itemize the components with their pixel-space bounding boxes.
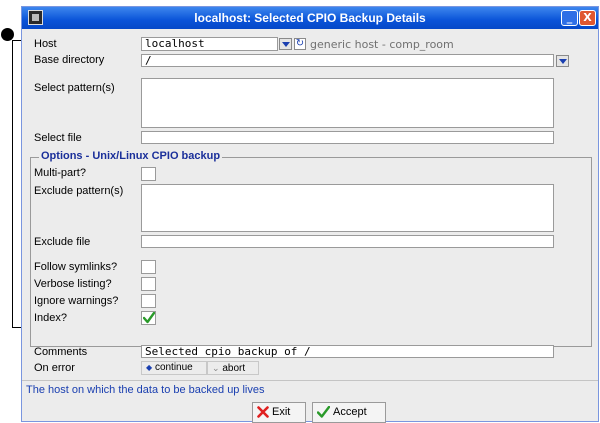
comments-label: Comments (34, 346, 88, 358)
status-text: The host on which the data to be backed … (26, 384, 265, 396)
host-description: generic host - comp_room (310, 38, 454, 51)
on-error-abort-radio[interactable]: ⌄ abort (207, 361, 259, 375)
callout-dot (1, 28, 14, 41)
base-directory-field[interactable]: / (141, 54, 554, 67)
select-patterns-label: Select pattern(s) (34, 82, 115, 94)
exit-x-icon (257, 406, 269, 418)
index-checkbox[interactable] (141, 311, 156, 325)
exit-button[interactable]: Exit (252, 402, 306, 423)
options-group-title: Options - Unix/Linux CPIO backup (39, 150, 223, 162)
follow-symlinks-checkbox[interactable] (141, 260, 156, 274)
verbose-listing-label: Verbose listing? (34, 278, 112, 290)
ignore-warnings-checkbox[interactable] (141, 294, 156, 308)
minimize-button[interactable]: _ (561, 10, 578, 26)
host-dropdown-button[interactable] (279, 38, 292, 50)
exclude-patterns-textarea[interactable] (141, 184, 554, 232)
select-file-field[interactable] (141, 131, 554, 144)
base-directory-label: Base directory (34, 54, 105, 66)
title-bar[interactable]: localhost: Selected CPIO Backup Details … (22, 7, 598, 29)
host-field[interactable]: localhost (141, 37, 278, 51)
exclude-file-label: Exclude file (34, 236, 91, 248)
multi-part-label: Multi-part? (34, 167, 86, 179)
dialog-window: localhost: Selected CPIO Backup Details … (21, 6, 599, 423)
exclude-patterns-label: Exclude pattern(s) (34, 185, 124, 197)
ignore-warnings-label: Ignore warnings? (34, 295, 119, 307)
radio-selected-icon: ◆ (146, 363, 153, 372)
window-title: localhost: Selected CPIO Backup Details (194, 11, 426, 25)
base-directory-dropdown-button[interactable] (556, 55, 569, 67)
close-button[interactable]: X (579, 10, 596, 26)
host-label: Host (34, 38, 57, 50)
verbose-listing-checkbox[interactable] (141, 277, 156, 291)
accept-button-label: Accept (333, 406, 367, 418)
exclude-file-field[interactable] (141, 235, 554, 248)
multi-part-checkbox[interactable] (141, 167, 156, 181)
comments-field[interactable]: Selected cpio backup of / (141, 345, 554, 358)
select-file-label: Select file (34, 132, 82, 144)
refresh-icon[interactable]: ↻ (294, 38, 306, 50)
on-error-label: On error (34, 362, 75, 374)
continue-option-label: continue (154, 362, 193, 373)
accept-button[interactable]: Accept (312, 402, 386, 423)
exit-button-label: Exit (272, 406, 291, 418)
status-separator (22, 380, 598, 381)
follow-symlinks-label: Follow symlinks? (34, 261, 118, 273)
index-label: Index? (34, 312, 68, 324)
radio-unselected-icon: ⌄ (212, 363, 220, 373)
select-patterns-textarea[interactable] (141, 78, 554, 128)
abort-option-label: abort (222, 363, 246, 374)
on-error-continue-radio[interactable]: ◆ continue (141, 361, 207, 375)
accept-check-icon (317, 406, 330, 418)
check-icon (143, 312, 155, 324)
